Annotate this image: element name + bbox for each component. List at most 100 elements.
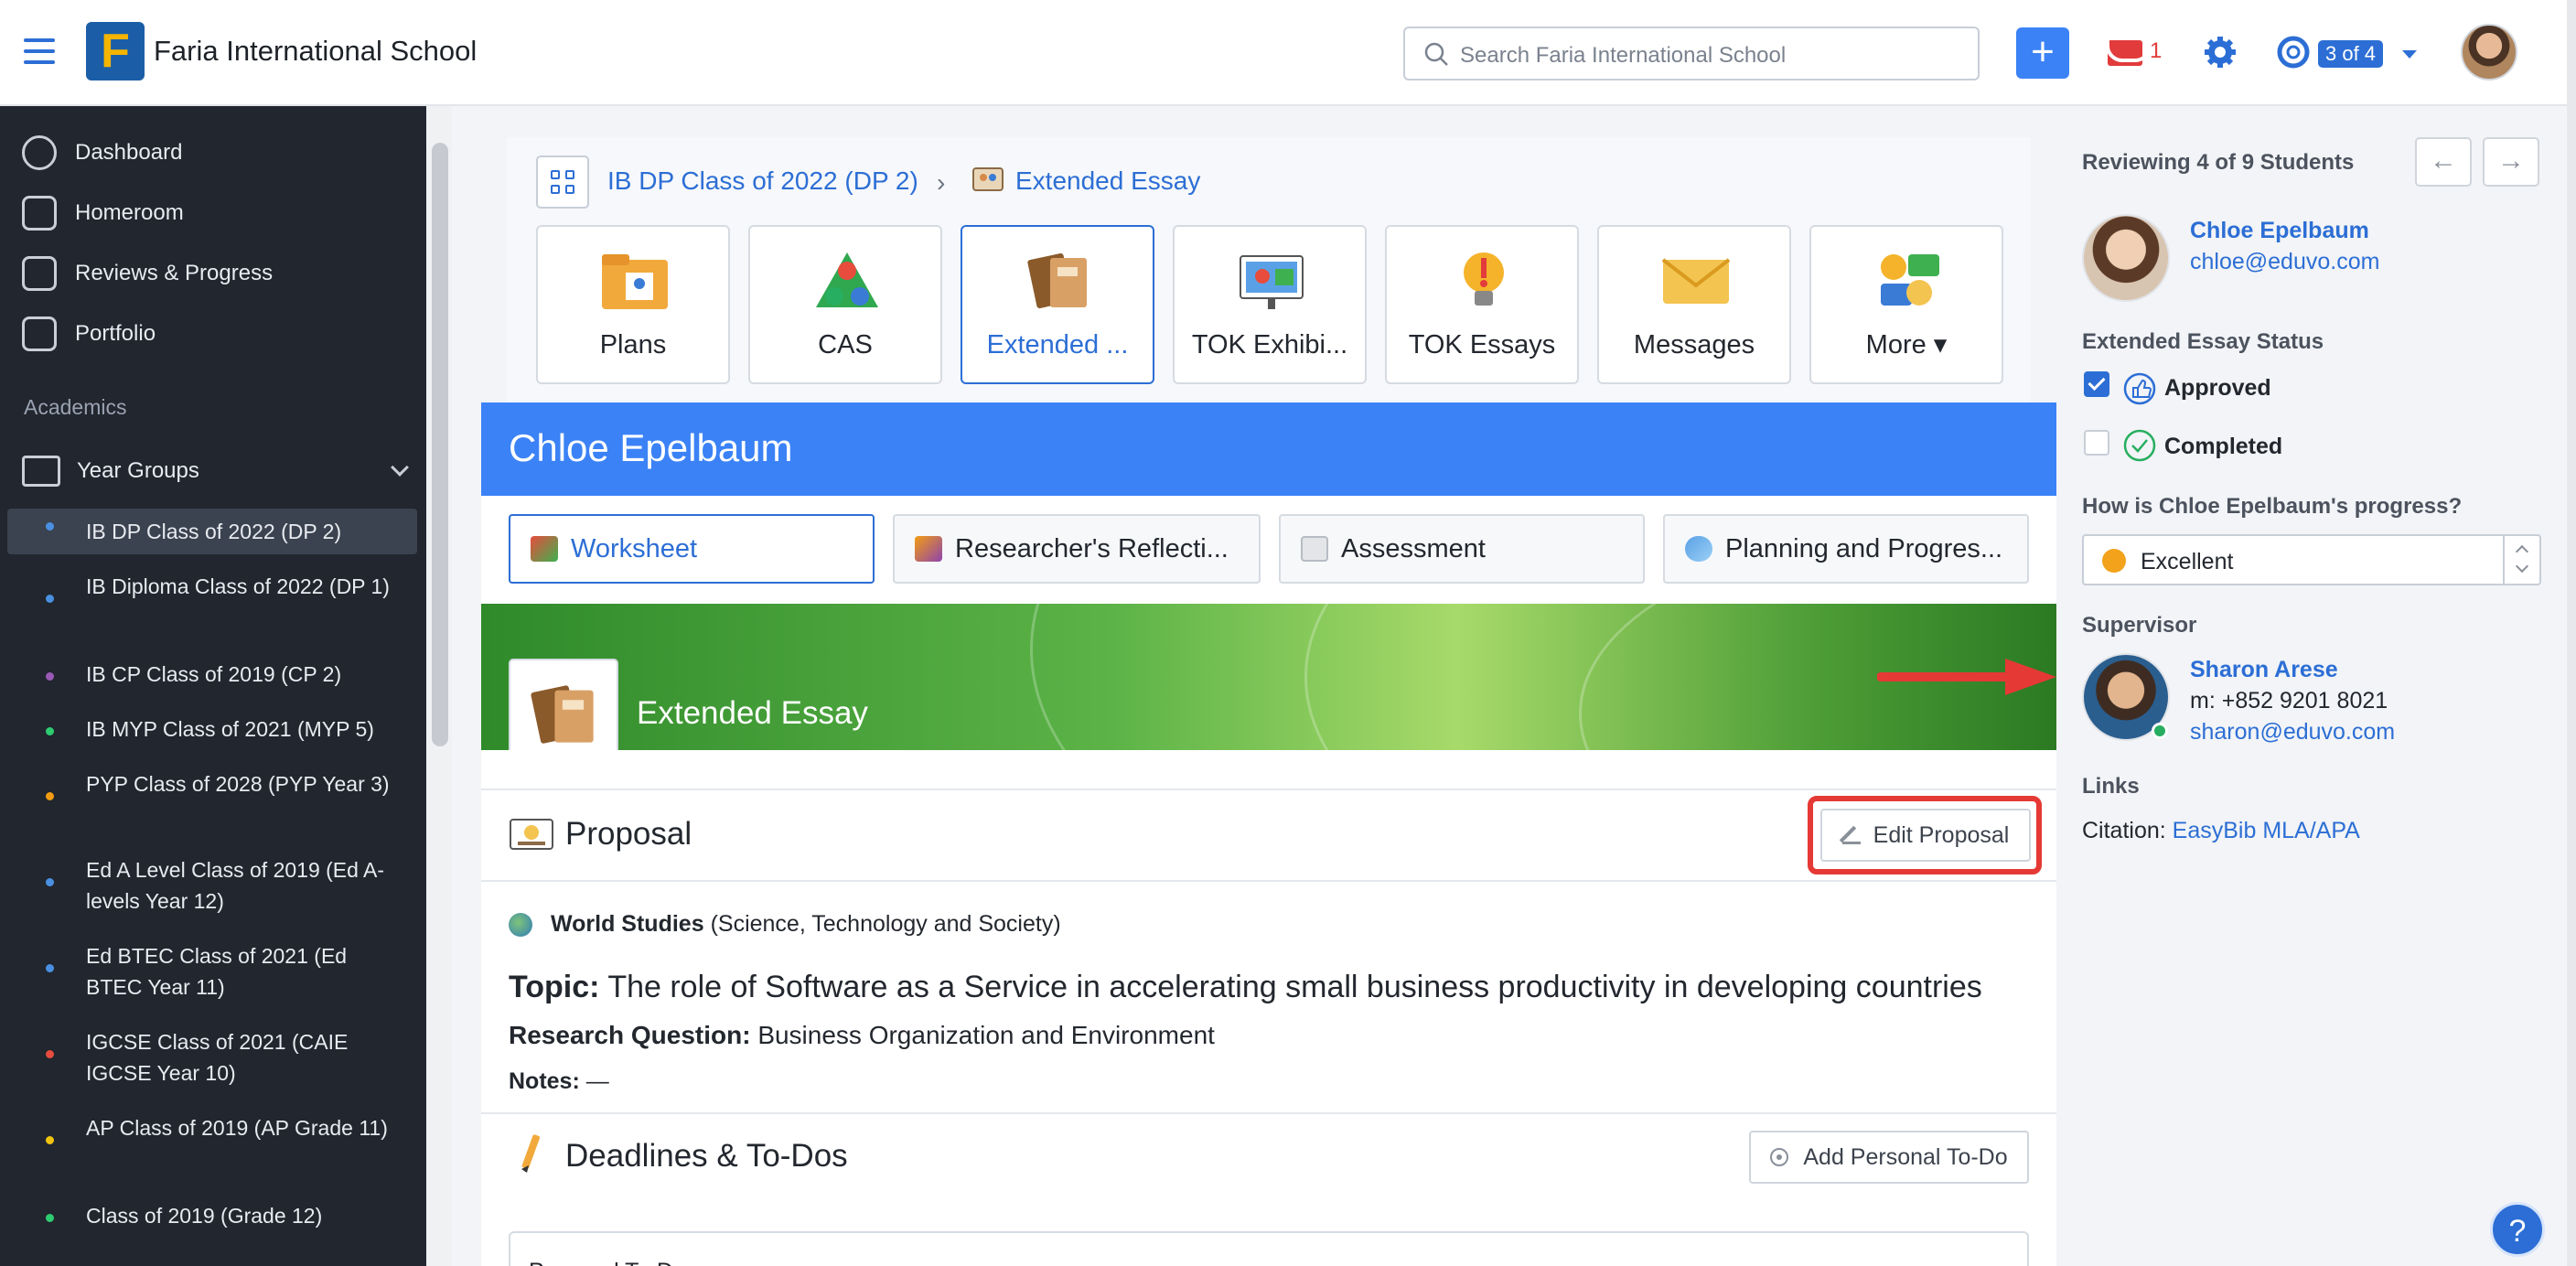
briefcase-icon	[22, 316, 57, 351]
target-icon	[1770, 1148, 1789, 1166]
class-item[interactable]: Class of 2019 (Grade 12)	[0, 1200, 426, 1231]
citation-line: Citation: EasyBib MLA/APA	[2082, 818, 2360, 843]
tab-researchers-reflection[interactable]: Researcher's Reflecti...	[893, 514, 1261, 584]
previous-student-button[interactable]: ←	[2415, 137, 2472, 187]
lightbulb-icon	[1464, 252, 1504, 306]
cas-triangle-icon	[816, 252, 878, 307]
deadlines-title: Deadlines & To-Dos	[565, 1138, 848, 1174]
homeroom-icon	[22, 196, 57, 231]
school-name[interactable]: Faria International School	[154, 35, 477, 68]
completed-checkbox[interactable]	[2084, 430, 2109, 456]
sidebar-item-dashboard[interactable]: Dashboard	[22, 130, 182, 176]
reflection-icon	[915, 536, 942, 562]
proposal-title: Proposal	[565, 816, 692, 852]
tile-cas[interactable]: CAS	[748, 225, 942, 384]
supervisor-name-link[interactable]: Sharon Arese	[2190, 657, 2338, 683]
page-scrollbar[interactable]	[2567, 0, 2576, 1266]
class-item[interactable]: IB Diploma Class of 2022 (DP 1)	[0, 571, 426, 603]
sidebar-scrollbar[interactable]	[432, 143, 448, 746]
sidebar-item-homeroom[interactable]: Homeroom	[22, 190, 184, 236]
student-avatar[interactable]	[2082, 214, 2170, 302]
notes-text: —	[585, 1068, 609, 1094]
supervisor-phone: m: +852 9201 8021	[2190, 688, 2388, 713]
mail-count[interactable]: 1	[2150, 38, 2162, 64]
breadcrumb-separator: ›	[937, 168, 946, 197]
class-dot	[46, 672, 54, 681]
books-icon	[1027, 252, 1087, 309]
student-name-link[interactable]: Chloe Epelbaum	[2190, 218, 2369, 244]
sidebar-section-academics: Academics	[24, 395, 127, 419]
grid-menu-button[interactable]	[536, 156, 589, 209]
account-count-badge[interactable]: 3 of 4	[2318, 40, 2384, 68]
more-apps-icon	[1881, 254, 1939, 306]
edit-proposal-button[interactable]: Edit Proposal	[1820, 809, 2031, 862]
class-dot	[46, 1050, 54, 1058]
class-item[interactable]: IGCSE Class of 2021 (CAIE IGCSE Year 10)	[0, 1026, 426, 1089]
user-avatar[interactable]	[2461, 24, 2517, 80]
tile-plans[interactable]: Plans	[536, 225, 730, 384]
class-dot	[46, 595, 54, 603]
topic-text: The role of Software as a Service in acc…	[607, 970, 1982, 1004]
student-header: Chloe Epelbaum	[481, 402, 2056, 496]
completed-label: Completed	[2164, 434, 2283, 459]
select-arrows-icon	[2503, 536, 2539, 584]
class-item[interactable]: Ed A Level Class of 2019 (Ed A-levels Ye…	[0, 854, 426, 917]
pencil-icon	[1841, 826, 1861, 844]
tile-more[interactable]: More ▾	[1809, 225, 2003, 384]
tab-planning-progress[interactable]: Planning and Progres...	[1663, 514, 2029, 584]
subject-detail: (Science, Technology and Society)	[710, 911, 1061, 937]
class-item[interactable]: PYP Class of 2028 (PYP Year 3)	[0, 768, 426, 800]
top-bar: F Faria International School Search Fari…	[0, 0, 2576, 106]
search-icon	[1424, 42, 1448, 66]
next-student-button[interactable]: →	[2483, 137, 2539, 187]
sidebar-item-reviews[interactable]: Reviews & Progress	[22, 251, 273, 296]
presentation-icon	[1240, 255, 1304, 309]
class-item[interactable]: AP Class of 2019 (AP Grade 11)	[0, 1112, 426, 1144]
extended-essay-icon	[972, 167, 1004, 191]
search-input[interactable]: Search Faria International School	[1403, 27, 1980, 80]
add-button[interactable]: +	[2016, 27, 2069, 79]
add-personal-todo-button[interactable]: Add Personal To-Do	[1749, 1131, 2029, 1184]
help-button[interactable]: ?	[2490, 1202, 2545, 1257]
hamburger-menu-icon[interactable]	[24, 38, 55, 64]
excellent-icon	[2102, 549, 2126, 573]
school-logo[interactable]: F	[86, 22, 145, 80]
approved-checkbox[interactable]	[2084, 371, 2109, 397]
tile-tok-exhibition[interactable]: TOK Exhibi...	[1173, 225, 1367, 384]
extended-essay-banner: Extended Essay	[481, 604, 2056, 750]
approved-label: Approved	[2164, 375, 2271, 401]
tab-worksheet[interactable]: Worksheet	[509, 514, 875, 584]
sidebar-item-portfolio[interactable]: Portfolio	[22, 311, 156, 357]
class-item[interactable]: Ed BTEC Class of 2021 (Ed BTEC Year 11)	[0, 940, 426, 1003]
easybib-link[interactable]: EasyBib MLA/APA	[2173, 818, 2360, 843]
class-dot	[46, 1214, 54, 1222]
proposal-icon	[510, 819, 553, 850]
year-groups-icon	[22, 456, 60, 487]
check-circle-icon	[2123, 429, 2156, 462]
sidebar: Dashboard Homeroom Reviews & Progress Po…	[0, 106, 426, 1266]
class-item[interactable]: IB MYP Class of 2021 (MYP 5)	[0, 713, 426, 745]
class-item[interactable]: IB DP Class of 2022 (DP 2)	[7, 509, 417, 554]
sidebar-item-year-groups[interactable]: Year Groups	[22, 448, 409, 494]
breadcrumb-current[interactable]: Extended Essay	[1015, 166, 1200, 196]
class-item[interactable]: IB CP Class of 2019 (CP 2)	[0, 659, 426, 690]
divider	[481, 880, 2056, 882]
tile-messages[interactable]: Messages	[1597, 225, 1791, 384]
tab-assessment[interactable]: Assessment	[1279, 514, 1645, 584]
links-label: Links	[2082, 774, 2140, 799]
tile-tok-essays[interactable]: TOK Essays	[1385, 225, 1579, 384]
tile-extended-essay[interactable]: Extended ...	[961, 225, 1154, 384]
chevron-down-icon[interactable]	[2402, 50, 2417, 59]
class-dot	[46, 878, 54, 886]
notes-line: Notes: —	[509, 1068, 609, 1094]
student-email-link[interactable]: chloe@eduvo.com	[2190, 249, 2379, 275]
breadcrumb-class[interactable]: IB DP Class of 2022 (DP 2)	[607, 166, 918, 196]
planning-icon	[1685, 536, 1712, 562]
assessment-icon	[1301, 536, 1328, 562]
subject-name: World Studies	[551, 911, 704, 937]
progress-select[interactable]: Excellent	[2082, 534, 2541, 585]
gear-icon[interactable]	[2203, 35, 2238, 70]
lifebuoy-icon[interactable]	[2276, 35, 2311, 70]
supervisor-email-link[interactable]: sharon@eduvo.com	[2190, 719, 2395, 746]
mail-icon[interactable]	[2108, 40, 2142, 66]
